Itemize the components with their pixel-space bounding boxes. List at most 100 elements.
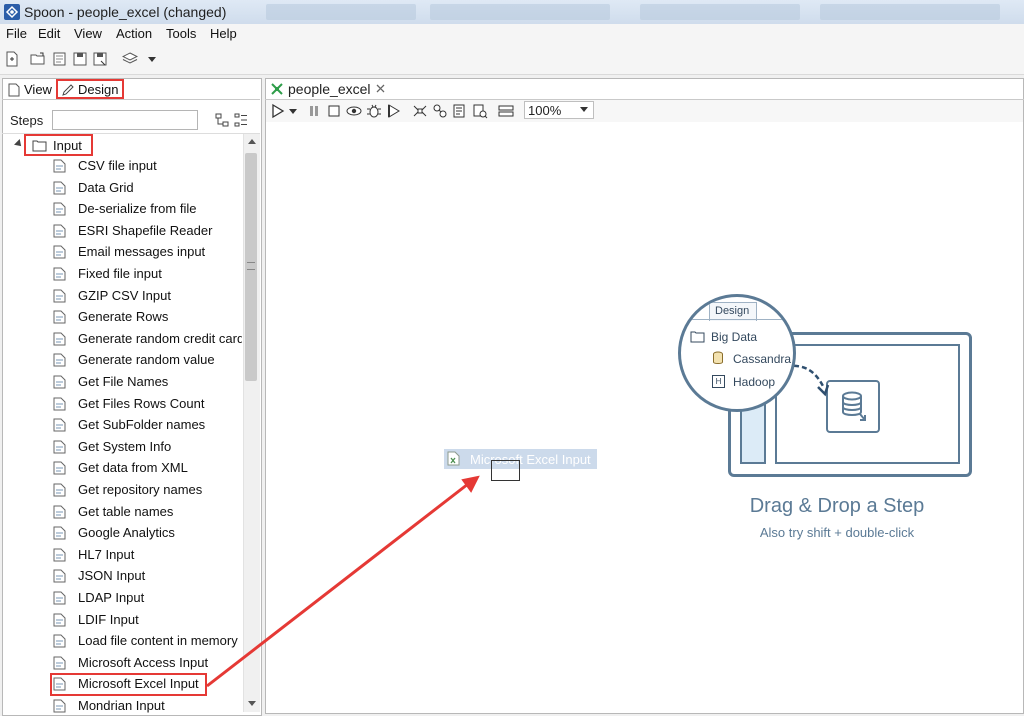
step-type-icon [53,332,66,346]
verify-icon[interactable] [412,103,428,119]
canvas-toolbar [266,100,1023,122]
tree-item-get-file-names[interactable]: Get File Names [50,372,242,392]
tree-item-load-file-content-in-memory[interactable]: Load file content in memory [50,631,242,651]
background-tab-ghost [820,4,1000,20]
replay-icon[interactable] [386,103,402,119]
tree-item-generate-rows[interactable]: Generate Rows [50,307,242,327]
new-file-icon[interactable] [4,51,20,67]
save-as-icon[interactable] [92,51,108,67]
step-type-icon [53,397,66,411]
menu-view[interactable]: View [74,26,102,41]
tree-item-de-serialize-from-file[interactable]: De-serialize from file [50,199,242,219]
drag-drop-subtitle: Also try shift + double-click [759,525,915,540]
scroll-down-icon[interactable] [247,700,257,708]
sql-icon[interactable] [452,103,468,119]
chevron-down-icon[interactable] [144,51,160,67]
tree-item-label: Get repository names [78,482,203,497]
impact-icon[interactable] [432,103,448,119]
debug-bug-icon[interactable] [366,103,382,119]
editor-tab-label: people_excel [288,81,371,97]
tree-item-esri-shapefile-reader[interactable]: ESRI Shapefile Reader [50,221,242,241]
tree-item-csv-file-input[interactable]: CSV file input [50,156,242,176]
chevron-down-icon[interactable] [288,103,298,119]
tree-item-microsoft-access-input[interactable]: Microsoft Access Input [50,653,242,673]
excel-file-icon [447,451,460,466]
explore-repository-icon[interactable] [52,51,68,67]
menu-action[interactable]: Action [116,26,152,41]
menu-file[interactable]: File [6,26,27,41]
tree-item-generate-random-value[interactable]: Generate random value [50,350,242,370]
illustration-folder-label: Big Data [711,330,758,344]
tree-item-google-analytics[interactable]: Google Analytics [50,523,242,543]
background-tab-ghost [640,4,800,20]
tree-item-ldap-input[interactable]: LDAP Input [50,588,242,608]
tree-item-get-repository-names[interactable]: Get repository names [50,480,242,500]
stop-icon[interactable] [326,103,342,119]
save-icon[interactable] [72,51,88,67]
menu-bar: File Edit View Action Tools Help [0,24,1024,44]
pause-icon[interactable] [306,103,322,119]
tree-item-get-data-from-xml[interactable]: Get data from XML [50,458,242,478]
drop-target-box [491,460,520,481]
database-icon [842,391,866,421]
steps-search-input[interactable] [52,110,198,130]
tab-view[interactable]: View [4,80,56,99]
tree-item-label: Generate random value [78,352,215,368]
tree-item-get-table-names[interactable]: Get table names [50,502,242,522]
window-title: Spoon - people_excel (changed) [24,4,227,20]
preview-eye-icon[interactable] [346,103,362,119]
tree-item-fixed-file-input[interactable]: Fixed file input [50,264,242,284]
tree-item-label: LDIF Input [78,611,139,627]
spoon-app-icon [4,4,20,20]
tree-item-hl7-input[interactable]: HL7 Input [50,545,242,565]
collapse-all-icon[interactable] [215,113,229,127]
tree-item-ldif-input[interactable]: LDIF Input [50,610,242,630]
tab-design[interactable]: Design [56,79,124,99]
zoom-select[interactable]: 100% [524,101,594,119]
scroll-up-icon[interactable] [247,137,257,145]
hadoop-h-icon: H [712,375,725,388]
step-type-icon [53,613,66,627]
menu-help[interactable]: Help [210,26,237,41]
tree-item-label: Load file content in memory [78,633,238,649]
step-type-icon [53,505,66,519]
menu-tools[interactable]: Tools [166,26,196,41]
tree-item-mondrian-input[interactable]: Mondrian Input [50,696,242,714]
tree-item-email-messages-input[interactable]: Email messages input [50,242,242,262]
tree-item-label: Mondrian Input [78,698,165,713]
step-type-icon [53,224,66,238]
tree-item-label: Microsoft Access Input [78,654,209,670]
tab-people-excel[interactable]: people_excel [268,79,398,99]
results-grid-icon[interactable] [498,103,514,119]
dragged-step-label: Microsoft Excel Input [470,452,591,467]
tree-item-label: Google Analytics [78,525,175,541]
perspective-layers-icon[interactable] [122,51,138,67]
tree-item-generate-random-credit-card-numbers[interactable]: Generate random credit card numbers [50,329,242,349]
dragged-step[interactable]: Microsoft Excel Input [444,449,597,469]
tree-category-input[interactable]: Input [24,134,93,156]
open-folder-icon[interactable] [30,51,46,67]
steps-label: Steps [10,113,44,128]
step-type-icon [53,656,66,670]
run-icon[interactable] [270,103,286,119]
chevron-down-icon [580,107,588,112]
step-type-icon [53,526,66,540]
menu-edit[interactable]: Edit [38,26,60,41]
tree-item-label: Get System Info [78,438,172,454]
cassandra-db-icon [713,351,723,364]
expand-all-icon[interactable] [234,113,248,127]
tree-item-get-system-info[interactable]: Get System Info [50,437,242,457]
tree-item-get-files-rows-count[interactable]: Get Files Rows Count [50,394,242,414]
close-icon[interactable] [376,84,385,93]
tree-item-data-grid[interactable]: Data Grid [50,178,242,198]
tree-item-label: ESRI Shapefile Reader [78,222,213,238]
step-type-icon [53,483,66,497]
tree-item-label: Generate Rows [78,309,169,325]
illustration-tab-label: Design [715,305,750,317]
background-tab-ghost [266,4,416,20]
tree-item-get-subfolder-names[interactable]: Get SubFolder names [50,415,242,435]
tree-item-gzip-csv-input[interactable]: GZIP CSV Input [50,286,242,306]
tree-item-json-input[interactable]: JSON Input [50,566,242,586]
explore-db-icon[interactable] [472,103,488,119]
tab-view-label: View [24,82,52,97]
